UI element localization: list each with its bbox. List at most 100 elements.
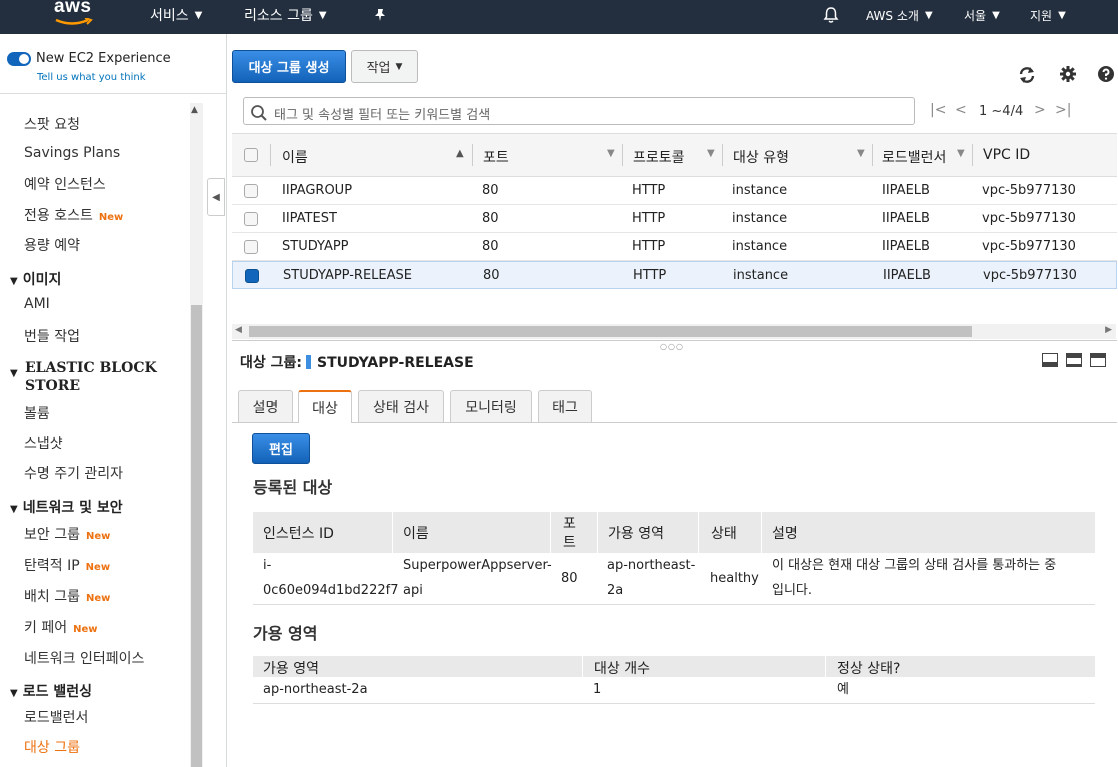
sort-icon[interactable]: ▼ (857, 148, 865, 159)
layout-top-icon[interactable] (1090, 353, 1106, 367)
notifications-button[interactable] (822, 0, 840, 30)
sidebar-item-snapshots[interactable]: 스냅샷 (24, 433, 63, 453)
cell-protocol: HTTP (632, 239, 666, 254)
sidebar-item-placement-groups[interactable]: 배치 그룹 New (24, 586, 110, 606)
account-menu[interactable]: AWS 소개 ▼ (866, 0, 933, 30)
sidebar-item-savings-plans[interactable]: Savings Plans (24, 145, 120, 161)
help-icon[interactable] (1097, 65, 1115, 83)
tab-tags[interactable]: 태그 (538, 390, 592, 422)
sidebar-item-network-interfaces[interactable]: 네트워크 인터페이스 (24, 648, 144, 668)
tab-targets[interactable]: 대상 (298, 390, 352, 423)
column-divider (698, 512, 699, 553)
aws-smile-icon (55, 18, 93, 25)
row-checkbox[interactable] (244, 240, 258, 254)
sidebar-item-reserved-instances[interactable]: 예약 인스턴스 (24, 174, 106, 194)
row-checkbox[interactable] (244, 184, 258, 198)
layout-bottom-icon[interactable] (1042, 353, 1058, 367)
column-header-port[interactable]: 포트 (483, 147, 509, 167)
scrollbar-thumb[interactable] (249, 326, 972, 337)
sidebar-item-elastic-ip[interactable]: 탄력적 IP New (24, 555, 110, 575)
cell-load-balancer: IIPAELB (883, 268, 931, 283)
sidebar-section-images[interactable]: ▼ 이미지 (10, 269, 61, 289)
create-target-group-button[interactable]: 대상 그룹 생성 (232, 50, 346, 83)
region-menu[interactable]: 서울 ▼ (964, 0, 1000, 30)
select-all-checkbox[interactable] (244, 148, 258, 162)
column-header-name[interactable]: 이름 (282, 147, 308, 167)
column-header-load-balancer[interactable]: 로드밸런서 (882, 147, 946, 167)
sort-ascending-icon[interactable]: ▲ (456, 148, 464, 159)
sidebar-item-ami[interactable]: AMI (24, 296, 50, 312)
instance-id-link-line2[interactable]: 0c60e094d1bd222f7 (263, 578, 398, 603)
table-row[interactable]: STUDYAPP 80 HTTP instance IIPAELB vpc-5b… (232, 233, 1117, 261)
aws-logo[interactable]: aws (54, 0, 93, 25)
sidebar-item-capacity-reservations[interactable]: 용량 예약 (24, 235, 80, 255)
cell-protocol: HTTP (633, 268, 667, 283)
sidebar-item-volumes[interactable]: 볼륨 (24, 403, 50, 423)
support-menu[interactable]: 지원 ▼ (1030, 0, 1066, 30)
edit-button[interactable]: 편집 (252, 433, 310, 464)
resource-groups-menu[interactable]: 리소스 그룹 ▼ (244, 0, 327, 30)
column-header-target-type[interactable]: 대상 유형 (733, 147, 789, 167)
cell-port: 80 (482, 183, 499, 198)
instance-id-link[interactable]: i- (263, 553, 271, 578)
sidebar-item-security-groups[interactable]: 보안 그룹 New (24, 524, 110, 544)
sidebar-item-key-pairs[interactable]: 키 페어 New (24, 617, 97, 637)
table-horizontal-scrollbar[interactable]: ◀ ▶ (232, 324, 1116, 339)
column-divider (472, 144, 473, 166)
previous-page-icon[interactable]: < (955, 102, 967, 118)
sidebar-item-target-groups[interactable]: 대상 그룹 (24, 737, 80, 757)
sidebar-item-spot-requests[interactable]: 스팟 요청 (24, 114, 80, 134)
sidebar-item-load-balancers[interactable]: 로드밸런서 (24, 707, 88, 727)
search-input[interactable]: 태그 및 속성별 필터 또는 키워드별 검색 (274, 104, 490, 123)
sidebar-item-dedicated-hosts[interactable]: 전용 호스트 New (24, 205, 123, 225)
sidebar: New EC2 Experience Tell us what you thin… (0, 34, 227, 767)
tab-description[interactable]: 설명 (238, 390, 293, 422)
scroll-left-icon[interactable]: ◀ (235, 325, 242, 335)
services-menu[interactable]: 서비스 ▼ (150, 0, 202, 30)
column-divider (582, 656, 583, 677)
sidebar-scrollbar[interactable]: ▲ (190, 103, 203, 767)
refresh-icon[interactable] (1017, 66, 1037, 84)
scroll-right-icon[interactable]: ▶ (1105, 325, 1112, 335)
cell-description: 이 대상은 현재 대상 그룹의 상태 검사를 통과하는 중 (772, 558, 1057, 573)
scroll-up-icon[interactable]: ▲ (191, 105, 198, 115)
feedback-link[interactable]: Tell us what you think (37, 72, 146, 83)
drag-handle-icon[interactable]: ○○○ (660, 342, 684, 351)
sidebar-item-bundle-tasks[interactable]: 번들 작업 (24, 326, 80, 346)
row-checkbox[interactable] (244, 212, 258, 226)
sort-icon[interactable]: ▼ (957, 148, 965, 159)
sort-icon[interactable]: ▼ (707, 148, 715, 159)
scrollbar-thumb[interactable] (191, 305, 202, 767)
layout-split-icon[interactable] (1066, 353, 1082, 367)
sidebar-section-label: 로드 밸런싱 (22, 684, 92, 700)
actions-button[interactable]: 작업 ▼ (351, 50, 418, 83)
first-page-icon[interactable]: |< (930, 102, 946, 118)
table-row[interactable]: IIPAGROUP 80 HTTP instance IIPAELB vpc-5… (232, 177, 1117, 205)
next-page-icon[interactable]: > (1034, 102, 1046, 118)
top-navigation-bar: aws 서비스 ▼ 리소스 그룹 ▼ AWS 소개 ▼ 서울 ▼ 지원 ▼ (0, 0, 1118, 34)
row-checkbox-checked[interactable] (245, 269, 259, 283)
collapse-sidebar-button[interactable]: ◀ (207, 178, 225, 216)
new-badge: New (85, 593, 111, 604)
table-row-selected[interactable]: STUDYAPP-RELEASE 80 HTTP instance IIPAEL… (232, 261, 1117, 289)
cell-status: healthy (710, 571, 759, 586)
caret-down-icon: ▼ (10, 368, 18, 379)
cell-availability-zone: ap-northeast- (607, 558, 696, 573)
table-row[interactable]: IIPATEST 80 HTTP instance IIPAELB vpc-5b… (232, 205, 1117, 233)
gear-icon[interactable] (1059, 65, 1077, 83)
filter-search-box[interactable]: 태그 및 속성별 필터 또는 키워드별 검색 (243, 97, 915, 125)
sidebar-item-lifecycle-manager[interactable]: 수명 주기 관리자 (24, 463, 123, 483)
sidebar-section-load-balancing[interactable]: ▼ 로드 밸런싱 (10, 681, 92, 701)
cell-load-balancer: IIPAELB (882, 239, 930, 254)
pin-button[interactable] (373, 0, 387, 30)
column-header-protocol[interactable]: 프로토콜 (633, 147, 685, 167)
tab-health-checks[interactable]: 상태 검사 (358, 390, 444, 422)
tab-monitoring[interactable]: 모니터링 (450, 390, 532, 422)
sidebar-section-network-security[interactable]: ▼ 네트워크 및 보안 (10, 497, 123, 517)
panel-splitter[interactable]: ○○○ (232, 340, 1117, 351)
column-header-vpc-id[interactable]: VPC ID (983, 147, 1030, 163)
ec2-experience-toggle[interactable] (7, 52, 31, 66)
sidebar-item-label: 키 페어 (24, 620, 68, 636)
sort-icon[interactable]: ▼ (607, 148, 615, 159)
last-page-icon[interactable]: >| (1055, 102, 1071, 118)
